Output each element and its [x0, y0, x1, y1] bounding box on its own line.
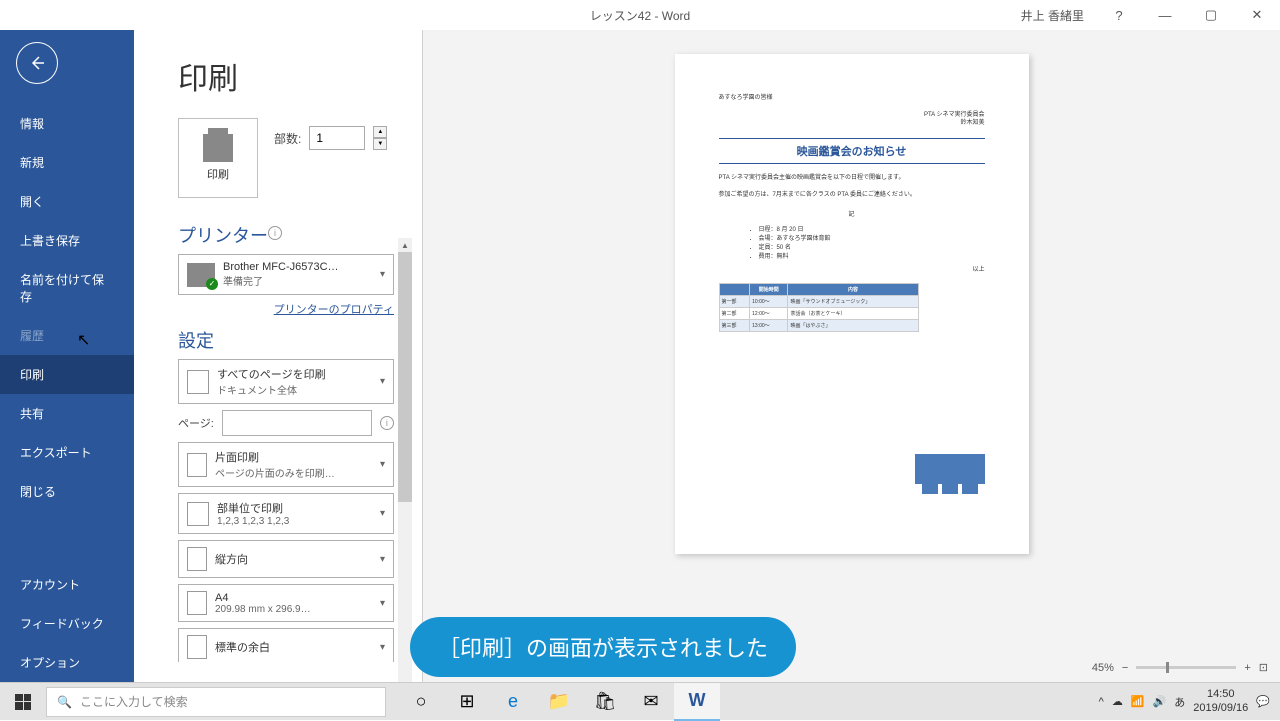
title-bar: レッスン42 - Word 井上 香緒里 ? — ▢ ✕: [0, 0, 1280, 30]
sidebar-item-履歴: 履歴: [0, 316, 134, 355]
zoom-level: 45%: [1092, 662, 1114, 674]
clock[interactable]: 14:502019/09/16: [1193, 688, 1248, 714]
start-button[interactable]: [0, 683, 46, 721]
search-placeholder: ここに入力して検索: [80, 693, 188, 710]
sidebar-item-共有[interactable]: 共有: [0, 394, 134, 433]
back-arrow-icon: [28, 54, 46, 72]
copies-down-button[interactable]: ▼: [373, 138, 387, 150]
printer-name: Brother MFC-J6573C…: [223, 261, 339, 273]
printer-status: 準備完了: [223, 273, 339, 288]
maximize-button[interactable]: ▢: [1188, 0, 1234, 30]
sidebar-item-フィードバック[interactable]: フィードバック: [0, 604, 134, 643]
printer-status-icon: [187, 263, 215, 287]
print-preview-panel: あすなろ学園の皆様 PTA シネマ実行委員会鈴木知美 映画鑑賞会のお知らせ PT…: [422, 30, 1280, 682]
close-button[interactable]: ✕: [1234, 0, 1280, 30]
user-name[interactable]: 井上 香緒里: [1009, 7, 1096, 24]
printer-dropdown[interactable]: Brother MFC-J6573C…準備完了: [178, 254, 394, 295]
minimize-button[interactable]: —: [1142, 0, 1188, 30]
tray-chevron-icon[interactable]: ^: [1099, 696, 1104, 708]
scroll-thumb[interactable]: [398, 252, 412, 502]
scroll-up-button[interactable]: ▲: [398, 238, 412, 252]
settings-section-title: 設定: [178, 327, 422, 353]
sidebar-item-新規[interactable]: 新規: [0, 143, 134, 182]
single-side-icon: [187, 453, 207, 477]
portrait-icon: [187, 547, 207, 571]
help-button[interactable]: ?: [1096, 0, 1142, 30]
zoom-in-button[interactable]: +: [1244, 662, 1250, 674]
sidebar-item-上書き保存[interactable]: 上書き保存: [0, 221, 134, 260]
system-tray[interactable]: ^ ☁ 📶 🔊 あ 14:502019/09/16 💬: [1099, 688, 1280, 714]
sidebar-item-オプション[interactable]: オプション: [0, 643, 134, 682]
printer-properties-link[interactable]: プリンターのプロパティ: [178, 301, 394, 317]
preview-page: あすなろ学園の皆様 PTA シネマ実行委員会鈴木知美 映画鑑賞会のお知らせ PT…: [675, 54, 1029, 554]
tutorial-callout: ［印刷］の画面が表示されました: [410, 617, 796, 677]
print-settings-panel: 印刷 印刷 部数: ▲ ▼ プリンターi: [134, 30, 422, 682]
volume-icon[interactable]: 🔊: [1153, 695, 1167, 708]
back-button[interactable]: [16, 42, 58, 84]
paper-icon: [187, 591, 207, 615]
sidebar-item-エクスポート[interactable]: エクスポート: [0, 433, 134, 472]
print-side-dropdown[interactable]: 片面印刷ページの片面のみを印刷…: [178, 442, 394, 487]
task-view-icon[interactable]: ⊞: [444, 683, 490, 721]
pages-input[interactable]: [222, 410, 372, 436]
pages-icon: [187, 370, 209, 394]
sidebar-item-印刷[interactable]: 印刷: [0, 355, 134, 394]
word-icon[interactable]: W: [674, 683, 720, 721]
taskbar-search[interactable]: 🔍 ここに入力して検索: [46, 687, 386, 717]
paper-size-dropdown[interactable]: A4209.98 mm x 296.9…: [178, 584, 394, 622]
print-range-dropdown[interactable]: すべてのページを印刷ドキュメント全体: [178, 359, 394, 404]
pages-info-icon[interactable]: i: [380, 416, 394, 430]
copies-input[interactable]: [309, 126, 365, 150]
zoom-slider[interactable]: [1136, 666, 1236, 669]
zoom-fit-button[interactable]: ⊡: [1259, 661, 1268, 674]
preview-graphic: [915, 454, 985, 504]
sidebar-item-アカウント[interactable]: アカウント: [0, 565, 134, 604]
sidebar-item-閉じる[interactable]: 閉じる: [0, 472, 134, 511]
margins-dropdown[interactable]: 標準の余白: [178, 628, 394, 662]
sidebar-item-開く[interactable]: 開く: [0, 182, 134, 221]
backstage-sidebar: 情報新規開く上書き保存名前を付けて保存履歴印刷共有エクスポート閉じる アカウント…: [0, 30, 134, 682]
explorer-icon[interactable]: 📁: [536, 683, 582, 721]
wifi-icon[interactable]: 📶: [1131, 695, 1145, 708]
pages-label: ページ:: [178, 415, 214, 431]
document-title: レッスン42 - Word: [590, 7, 690, 24]
orientation-dropdown[interactable]: 縦方向: [178, 540, 394, 578]
collate-dropdown[interactable]: 部単位で印刷1,2,3 1,2,3 1,2,3: [178, 493, 394, 534]
printer-section-title: プリンター: [178, 222, 268, 248]
copies-up-button[interactable]: ▲: [373, 126, 387, 138]
zoom-out-button[interactable]: −: [1122, 662, 1128, 674]
search-icon: 🔍: [57, 695, 72, 709]
settings-scrollbar[interactable]: ▲ ▼: [398, 238, 412, 698]
info-icon[interactable]: i: [268, 226, 282, 240]
collate-icon: [187, 502, 209, 526]
ime-icon[interactable]: あ: [1174, 694, 1185, 710]
printer-icon: [203, 134, 233, 162]
page-title: 印刷: [178, 54, 422, 98]
store-icon[interactable]: 🛍: [582, 683, 628, 721]
sidebar-item-名前を付けて保存[interactable]: 名前を付けて保存: [0, 260, 134, 316]
notifications-icon[interactable]: 💬: [1256, 695, 1270, 708]
copies-label: 部数:: [274, 130, 301, 147]
cortana-icon[interactable]: ○: [398, 683, 444, 721]
preview-table: 開始時間内容第一部10:00～映画「サウンドオブミュージック」第二部12:00～…: [719, 283, 919, 332]
print-button[interactable]: 印刷: [178, 118, 258, 198]
sidebar-item-情報[interactable]: 情報: [0, 104, 134, 143]
mail-icon[interactable]: ✉: [628, 683, 674, 721]
margins-icon: [187, 635, 207, 659]
print-button-label: 印刷: [207, 166, 229, 182]
taskbar: 🔍 ここに入力して検索 ○ ⊞ e 📁 🛍 ✉ W ^ ☁ 📶 🔊 あ 14:5…: [0, 682, 1280, 720]
edge-icon[interactable]: e: [490, 683, 536, 721]
onedrive-icon[interactable]: ☁: [1112, 695, 1123, 708]
